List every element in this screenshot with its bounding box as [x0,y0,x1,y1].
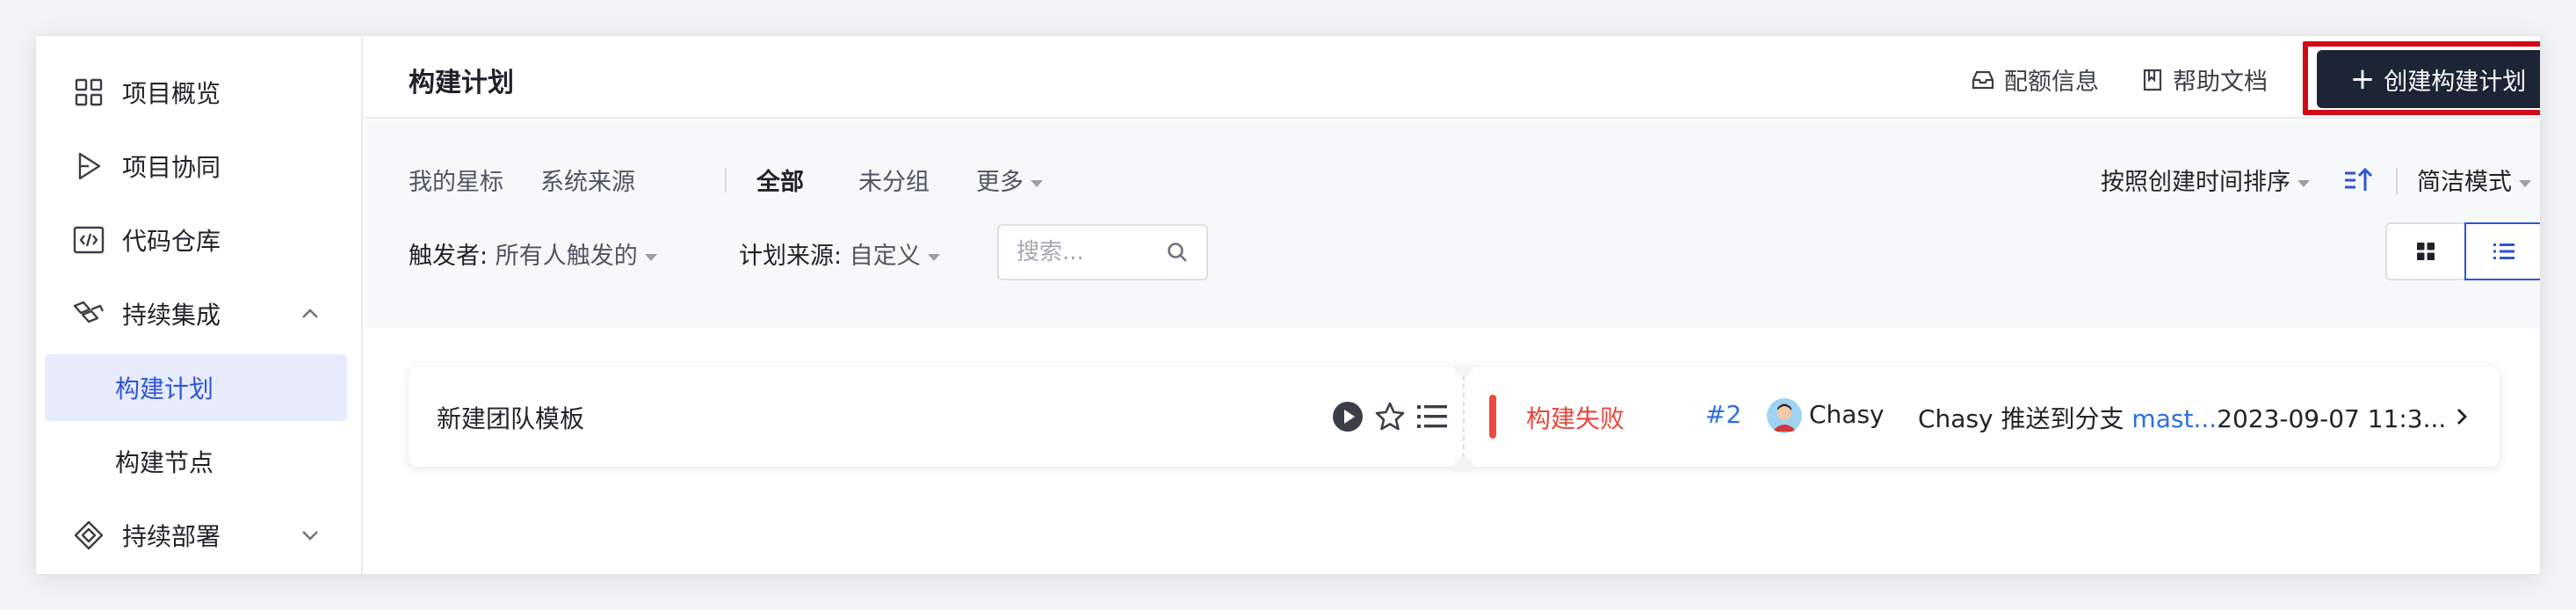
build-plan-card[interactable]: 新建团队模板 构建失败 #2 Chasy Chasy 推送到分支 mast...… [409,367,2500,467]
caret-down-icon [1031,179,1043,187]
create-build-plan-button[interactable]: + 创建构建计划 [2317,50,2540,108]
sidebar-item-label: 持续集成 [122,301,221,330]
list-view-button[interactable] [2464,222,2540,280]
trigger-filter-value: 所有人触发的 [495,243,638,270]
source-filter[interactable]: 计划来源: 自定义 [739,236,940,271]
tab-more[interactable]: 更多 [976,163,1043,197]
source-filter-value: 自定义 [849,243,921,270]
sidebar-item-label: 代码仓库 [122,227,221,256]
sidebar-item-build-plans[interactable]: 构建计划 [45,354,347,421]
search-box [997,224,1208,280]
commit-message: Chasy 推送到分支 mast...2023-09-07 11:3... [1918,400,2446,435]
sidebar-item-label: 项目协同 [122,153,221,182]
tab-starred[interactable]: 我的星标 [409,163,503,197]
sidebar-item-cd[interactable]: 持续部署 [45,502,347,569]
caret-down-icon [2297,179,2310,187]
trigger-filter-label: 触发者: [409,243,488,270]
mode-divider [2396,168,2398,194]
sidebar-item-label: 构建计划 [115,374,214,403]
branch-link[interactable]: mast... [2131,404,2217,433]
grid-icon [71,75,106,110]
sidebar-item-overview[interactable]: 项目概览 [45,59,347,126]
code-icon [71,222,106,258]
run-icon[interactable] [1331,400,1364,433]
app-window: 项目概览 项目协同 代码仓库 持续集成 构建计划 构建节点 持续部署 构建计划 … [35,35,2541,575]
trigger-user: Chasy [1809,400,1885,429]
page-title: 构建计划 [409,68,514,98]
view-mode-label: 简洁模式 [2417,169,2512,196]
build-time: 2023-09-07 11:3... [2217,404,2447,433]
list-view-icon [2493,243,2514,259]
tab-more-label: 更多 [976,169,1024,196]
sort-label: 按照创建时间排序 [2101,169,2290,196]
sort-ascending-icon[interactable] [2341,163,2377,198]
sidebar-item-code-repo[interactable]: 代码仓库 [45,207,347,273]
star-icon[interactable] [1373,400,1407,433]
plus-icon: + [2349,62,2376,97]
status-indicator [1489,395,1496,439]
deploy-icon [71,518,106,553]
build-status: 构建失败 [1526,404,1625,433]
sidebar: 项目概览 项目协同 代码仓库 持续集成 构建计划 构建节点 持续部署 [36,36,363,574]
main-content: 构建计划 配额信息 帮助文档 + 创建构建计划 我的星标 系统来源 全部 未分组… [365,36,2540,574]
sort-select[interactable]: 按照创建时间排序 [2101,163,2310,197]
source-filter-label: 计划来源: [739,243,843,270]
chevron-up-icon[interactable] [296,300,324,328]
integration-icon [71,296,106,331]
quota-info-link[interactable]: 配额信息 [1971,62,2099,97]
tab-system-source[interactable]: 系统来源 [540,163,635,197]
page-header: 构建计划 配额信息 帮助文档 + 创建构建计划 [365,36,2540,119]
filter-bar: 我的星标 系统来源 全部 未分组 更多 按照创建时间排序 简洁模式 触发者: 所… [365,120,2540,328]
caret-down-icon [927,253,940,261]
quota-info-label: 配额信息 [2004,69,2099,96]
inbox-icon [1972,70,1994,89]
tab-ungrouped[interactable]: 未分组 [858,163,930,197]
sidebar-item-build-nodes[interactable]: 构建节点 [45,428,347,495]
search-icon[interactable] [1166,241,1189,264]
plan-name: 新建团队模板 [437,404,585,433]
card-notch-top [1454,367,1473,376]
chevron-down-icon[interactable] [296,521,324,549]
search-input[interactable] [1017,239,1157,265]
build-number-link[interactable]: #2 [1705,400,1741,429]
help-docs-link[interactable]: 帮助文档 [2141,62,2268,97]
caret-down-icon [644,253,657,261]
book-icon [2143,69,2162,91]
tab-all[interactable]: 全部 [756,163,804,197]
grid-view-button[interactable] [2385,222,2464,280]
list-menu-icon[interactable] [1415,400,1449,433]
caret-down-icon [2519,179,2531,187]
sidebar-item-label: 构建节点 [115,448,214,477]
tab-divider [725,168,727,192]
grid-view-icon [2417,243,2435,260]
sidebar-item-label: 持续部署 [122,522,221,551]
commit-prefix: Chasy 推送到分支 [1918,404,2132,433]
avatar [1767,398,1802,433]
sidebar-item-ci[interactable]: 持续集成 [45,280,347,347]
trigger-filter[interactable]: 触发者: 所有人触发的 [409,236,657,271]
card-notch-bottom [1454,457,1473,467]
chevron-right-icon[interactable] [2447,402,2477,432]
card-divider [1463,367,1465,467]
sidebar-item-collaboration[interactable]: 项目协同 [45,133,347,200]
view-mode-select[interactable]: 简洁模式 [2417,163,2531,197]
sidebar-item-label: 项目概览 [122,79,221,108]
help-docs-label: 帮助文档 [2173,69,2268,96]
create-build-plan-label: 创建构建计划 [2384,68,2527,96]
view-toggle [2385,222,2540,280]
play-outline-icon [71,149,106,184]
